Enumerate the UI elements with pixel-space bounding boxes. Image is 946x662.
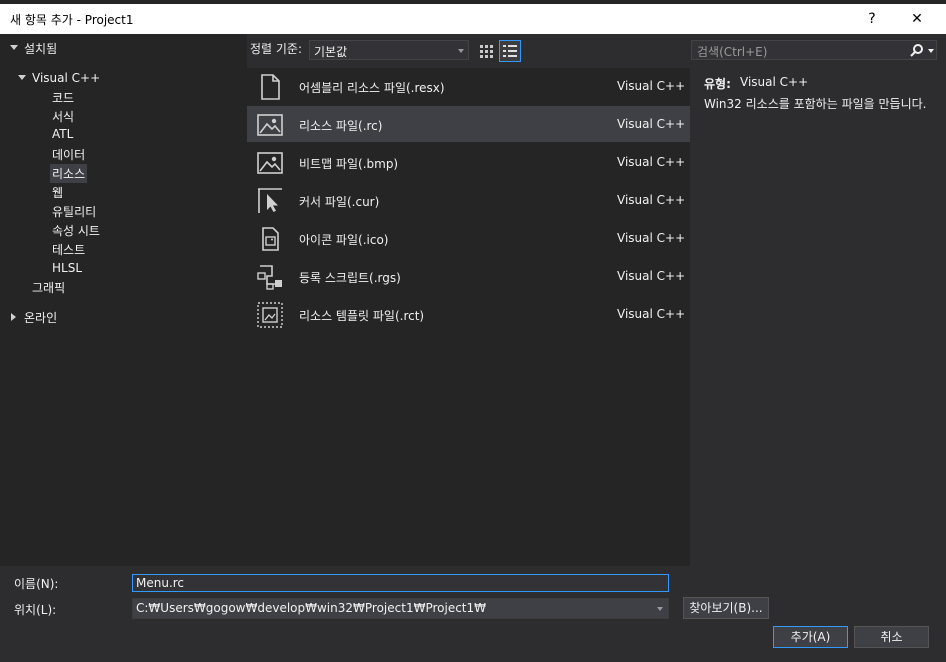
item-language: Visual C++ [617,155,686,169]
template-tree: 설치됨 Visual C++ 코드 서식 ATL 데이터 리소스 웹 유틸리티 … [0,34,247,566]
tree-item-installed[interactable]: 설치됨 [24,40,57,57]
description: Win32 리소스를 포함하는 파일을 만듭니다. [704,97,927,111]
item-language: Visual C++ [617,117,686,131]
tree-item-visual-cpp[interactable]: Visual C++ [32,71,100,85]
search-options-icon[interactable] [928,49,934,53]
location-combo[interactable]: C:₩Users₩gogow₩develop₩win32₩Project1₩Pr… [132,598,669,619]
search-placeholder: 검색(Ctrl+E) [697,45,768,59]
tree-item-hlsl[interactable]: HLSL [52,261,82,275]
item-name: 등록 스크립트(.rgs) [299,271,401,285]
sort-dropdown[interactable]: 기본값 [309,40,469,60]
tree-item-test[interactable]: 테스트 [52,241,85,258]
location-label: 위치(L): [14,603,57,617]
item-language: Visual C++ [617,269,686,283]
close-button[interactable]: ✕ [902,8,932,30]
list-item[interactable]: 아이콘 파일(.ico) Visual C++ [247,220,690,256]
type-label: 유형: [704,77,731,91]
search-box[interactable]: 검색(Ctrl+E) [691,40,937,60]
expand-installed-icon[interactable] [10,45,18,50]
item-name: 리소스 템플릿 파일(.rct) [299,309,425,323]
tree-item-data[interactable]: 데이터 [52,146,85,163]
sort-label: 정렬 기준: [250,42,303,56]
tree-item-resource[interactable]: 리소스 [50,164,88,183]
tree-item-online[interactable]: 온라인 [24,309,57,326]
expand-online-icon[interactable] [11,313,16,321]
tree-item-property-sheet[interactable]: 속성 시트 [52,222,100,239]
cursor-icon [258,188,282,213]
tree-item-format[interactable]: 서식 [52,108,74,125]
image-icon [257,152,283,174]
list-item[interactable]: 등록 스크립트(.rgs) Visual C++ [247,258,690,294]
item-name: 커서 파일(.cur) [299,195,380,209]
item-name: 어셈블리 리소스 파일(.resx) [299,81,445,95]
list-item[interactable]: 비트맵 파일(.bmp) Visual C++ [247,144,690,180]
item-name: 리소스 파일(.rc) [299,119,383,133]
list-item[interactable]: 커서 파일(.cur) Visual C++ [247,182,690,218]
tree-item-atl[interactable]: ATL [52,127,73,141]
grid-view-button[interactable] [475,40,497,62]
details-pane: 유형: Visual C++ Win32 리소스를 포함하는 파일을 만듭니다. [700,68,936,566]
title-bar: 새 항목 추가 - Project1 ? ✕ [0,4,946,34]
chevron-down-icon[interactable] [657,607,663,611]
item-name: 아이콘 파일(.ico) [299,233,389,247]
icon-file-icon [262,227,279,251]
help-button[interactable]: ? [857,8,887,30]
search-icon[interactable] [910,44,924,58]
document-icon [261,74,280,100]
location-value: C:₩Users₩gogow₩develop₩win32₩Project1₩Pr… [136,601,486,615]
window-title: 새 항목 추가 - Project1 [10,13,134,27]
list-view-icon [503,45,517,57]
tree-item-code[interactable]: 코드 [52,89,74,106]
bottom-form: 이름(N): Menu.rc 위치(L): C:₩Users₩gogow₩dev… [0,568,946,662]
item-name: 비트맵 파일(.bmp) [299,157,399,171]
expand-visual-cpp-icon[interactable] [18,75,26,80]
list-item-selected[interactable]: 리소스 파일(.rc) Visual C++ [247,106,690,142]
list-item[interactable]: 리소스 템플릿 파일(.rct) Visual C++ [247,296,690,332]
item-language: Visual C++ [617,193,686,207]
sort-value: 기본값 [314,45,348,59]
list-view-button[interactable] [499,40,521,62]
template-icon [257,302,283,328]
template-list: 어셈블리 리소스 파일(.resx) Visual C++ 리소스 파일(.rc… [247,68,690,566]
grid-view-icon [480,45,493,58]
tree-item-web[interactable]: 웹 [52,184,63,201]
item-language: Visual C++ [617,307,686,321]
item-language: Visual C++ [617,79,686,93]
image-icon [257,114,283,136]
chevron-down-icon [458,49,464,53]
add-new-item-dialog: 설치됨 Visual C++ 코드 서식 ATL 데이터 리소스 웹 유틸리티 … [0,34,946,662]
tree-item-graphics[interactable]: 그래픽 [32,279,65,296]
list-item[interactable]: 어셈블리 리소스 파일(.resx) Visual C++ [247,68,690,104]
name-value: Menu.rc [136,576,185,590]
name-label: 이름(N): [14,577,59,591]
add-button[interactable]: 추가(A) [773,626,848,648]
registry-icon [257,265,282,290]
cancel-button[interactable]: 취소 [854,626,929,648]
browse-button[interactable]: 찾아보기(B)... [683,597,769,619]
type-value: Visual C++ [740,75,809,89]
tree-item-utility[interactable]: 유틸리티 [52,203,96,220]
item-language: Visual C++ [617,231,686,245]
name-input[interactable]: Menu.rc [132,574,669,592]
